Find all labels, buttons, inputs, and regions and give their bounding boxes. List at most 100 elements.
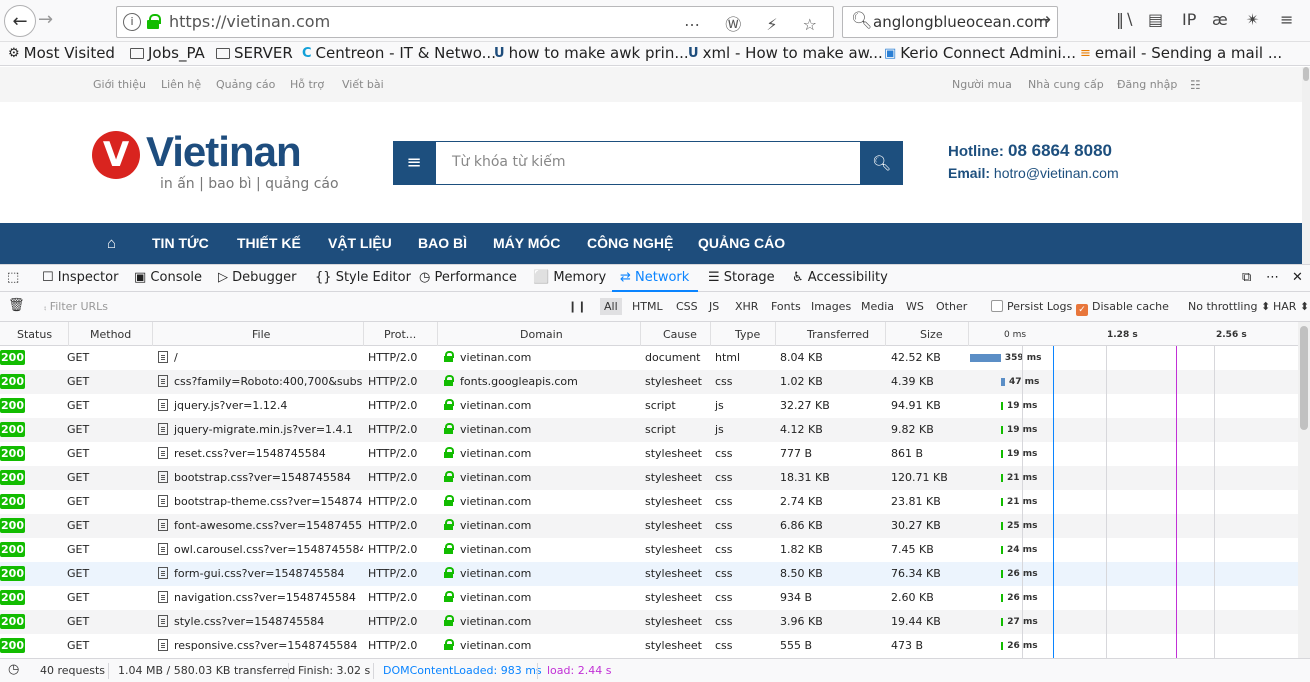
ip-extension-icon[interactable]: IP bbox=[1182, 10, 1196, 29]
col-protocol[interactable]: Prot... bbox=[384, 328, 416, 341]
filter-html[interactable]: HTML bbox=[632, 300, 663, 313]
bookmark-xml[interactable]: Uxml - How to make aw... bbox=[688, 44, 883, 62]
requests-scrollbar[interactable] bbox=[1298, 322, 1310, 658]
url-bar[interactable]: i https://vietinan.com ⋯ Ⓦ ⚡ ☆ bbox=[116, 6, 834, 38]
tab-accessibility[interactable]: ♿ Accessibility bbox=[792, 270, 888, 285]
bookmark-kerio[interactable]: ▣ Kerio Connect Admini... bbox=[884, 44, 1076, 62]
topbar-link[interactable]: Liên hệ bbox=[161, 78, 201, 91]
tab-debugger[interactable]: ▷ Debugger bbox=[218, 270, 297, 285]
table-row[interactable]: 200 GET HTTP/2.0 document html 8.04 KB 42.52 K… bbox=[0, 346, 1310, 370]
table-row[interactable]: 200 GET HTTP/2.0 stylesheet css 555 B 473 B res… bbox=[0, 634, 1310, 658]
col-file[interactable]: File bbox=[252, 328, 270, 341]
col-size[interactable]: Size bbox=[920, 328, 943, 341]
info-icon[interactable]: i bbox=[123, 13, 141, 31]
topbar-link[interactable]: Hỗ trợ bbox=[290, 78, 324, 91]
col-method[interactable]: Method bbox=[90, 328, 131, 341]
library-icon[interactable]: ‖∖ bbox=[1116, 10, 1134, 29]
url-text[interactable]: https://vietinan.com bbox=[169, 12, 330, 31]
category-menu-button[interactable]: ≡ bbox=[393, 141, 435, 185]
table-row[interactable]: 200 GET HTTP/2.0 stylesheet css 2.74 KB 23.81 … bbox=[0, 490, 1310, 514]
bookmark-email[interactable]: ≡ email - Sending a mail ... bbox=[1080, 44, 1282, 62]
filter-xhr[interactable]: XHR bbox=[735, 300, 758, 313]
table-row[interactable]: 200 GET HTTP/2.0 script js 32.27 KB 94.91 KB jq… bbox=[0, 394, 1310, 418]
topbar-link[interactable]: Giới thiệu bbox=[93, 78, 146, 91]
persist-logs-checkbox[interactable]: Persist Logs bbox=[991, 300, 1072, 313]
logo-icon[interactable]: V bbox=[92, 131, 140, 179]
page-scrollbar[interactable] bbox=[1302, 67, 1310, 264]
topbar-link[interactable]: Viết bài bbox=[342, 78, 384, 91]
table-row[interactable]: 200 GET HTTP/2.0 script js 4.12 KB 9.82 KB jque… bbox=[0, 418, 1310, 442]
nav-item[interactable]: VẬT LIỆU bbox=[328, 235, 392, 251]
search-bar[interactable]: 🔍︎ anglongblueocean.com → bbox=[842, 6, 1058, 38]
tab-storage[interactable]: ☰ Storage bbox=[708, 270, 775, 285]
back-button[interactable]: ← bbox=[4, 5, 36, 37]
search-text[interactable]: anglongblueocean.com bbox=[873, 13, 1048, 31]
filter-all[interactable]: All bbox=[600, 298, 622, 315]
nav-item[interactable]: QUẢNG CÁO bbox=[698, 235, 785, 251]
forward-button[interactable]: → bbox=[38, 9, 53, 30]
bookmark-folder-jobs[interactable]: Jobs_PA bbox=[130, 44, 205, 62]
table-row[interactable]: 200 GET HTTP/2.0 stylesheet css 8.50 KB 76.34 … bbox=[0, 562, 1310, 586]
topbar-link[interactable]: Quảng cáo bbox=[216, 78, 275, 91]
throttling-select[interactable]: No throttling ⬍ bbox=[1188, 300, 1270, 313]
bookmark-centreon[interactable]: C Centreon - IT & Netwo... bbox=[302, 44, 496, 62]
tab-style-editor[interactable]: {} Style Editor bbox=[315, 270, 411, 285]
dock-icon[interactable]: ⧉ bbox=[1242, 270, 1251, 285]
col-type[interactable]: Type bbox=[735, 328, 760, 341]
pause-icon[interactable]: ❙❙ bbox=[568, 300, 586, 313]
filter-other[interactable]: Other bbox=[936, 300, 967, 313]
filter-fonts[interactable]: Fonts bbox=[771, 300, 801, 313]
tab-network[interactable]: ⇄ Network bbox=[620, 270, 689, 285]
table-row[interactable]: 200 GET HTTP/2.0 stylesheet css 6.86 KB 30.27 … bbox=[0, 514, 1310, 538]
site-search-input[interactable]: Từ khóa từ kiếm bbox=[435, 141, 861, 185]
home-icon[interactable]: ⌂ bbox=[107, 235, 116, 252]
performance-icon[interactable]: ◷ bbox=[8, 662, 19, 677]
bookmark-folder-server[interactable]: SERVER bbox=[216, 44, 293, 62]
bookmark-most-visited[interactable]: ⚙ Most Visited bbox=[8, 44, 115, 62]
col-transferred[interactable]: Transferred bbox=[807, 328, 869, 341]
filter-images[interactable]: Images bbox=[811, 300, 851, 313]
ae-extension-icon[interactable]: æ bbox=[1212, 10, 1228, 29]
tab-memory[interactable]: ⬜ Memory bbox=[533, 270, 606, 285]
col-status[interactable]: Status bbox=[17, 328, 52, 341]
nav-item[interactable]: CÔNG NGHỆ bbox=[587, 235, 673, 251]
topbar-link[interactable]: Người mua bbox=[952, 78, 1012, 91]
nav-item[interactable]: TIN TỨC bbox=[152, 235, 209, 251]
table-row[interactable]: 200 GET HTTP/2.0 stylesheet css 3.96 KB 19.44 … bbox=[0, 610, 1310, 634]
disable-cache-checkbox[interactable]: ✓ Disable cache bbox=[1076, 300, 1169, 316]
trash-icon[interactable]: 🗑︎ bbox=[8, 298, 25, 313]
filter-js[interactable]: JS bbox=[709, 300, 719, 313]
bookmark-awk[interactable]: Uhow to make awk prin... bbox=[494, 44, 689, 62]
table-row[interactable]: 200 GET HTTP/2.0 stylesheet css 777 B 861 B res… bbox=[0, 442, 1310, 466]
tab-performance[interactable]: ◷ Performance bbox=[419, 270, 517, 285]
nav-item[interactable]: BAO BÌ bbox=[418, 235, 467, 251]
sidebar-icon[interactable]: ▤ bbox=[1148, 10, 1163, 29]
col-domain[interactable]: Domain bbox=[520, 328, 563, 341]
logo-text[interactable]: Vietinan bbox=[146, 128, 302, 176]
table-row[interactable]: 200 GET HTTP/2.0 stylesheet css 1.82 KB 7.45 K… bbox=[0, 538, 1310, 562]
menu-icon[interactable]: ≡ bbox=[1280, 10, 1293, 29]
filter-css[interactable]: CSS bbox=[676, 300, 698, 313]
filter-urls-input[interactable]: ⨾ Filter URLs bbox=[44, 300, 108, 314]
table-row[interactable]: 200 GET HTTP/2.0 stylesheet css 1.02 KB 4.39 K… bbox=[0, 370, 1310, 394]
grid-icon[interactable]: ☷ bbox=[1190, 78, 1201, 92]
table-row[interactable]: 200 GET HTTP/2.0 stylesheet css 18.31 KB 120.7… bbox=[0, 466, 1310, 490]
page-actions[interactable]: ⋯ Ⓦ ⚡ ☆ bbox=[684, 11, 827, 35]
nav-item[interactable]: MÁY MÓC bbox=[493, 235, 560, 251]
more-options-icon[interactable]: ⋯ bbox=[1266, 270, 1279, 285]
site-search-button[interactable]: 🔍︎ bbox=[860, 141, 903, 185]
tab-console[interactable]: ▣ Console bbox=[134, 270, 202, 285]
star-extension-icon[interactable]: ✴ bbox=[1246, 10, 1259, 29]
table-row[interactable]: 200 GET HTTP/2.0 stylesheet css 934 B 2.60 KB n… bbox=[0, 586, 1310, 610]
nav-item[interactable]: THIẾT KẾ bbox=[237, 235, 301, 251]
element-picker-icon[interactable]: ⬚ bbox=[7, 270, 19, 285]
filter-ws[interactable]: WS bbox=[906, 300, 924, 313]
tab-inspector[interactable]: ☐ Inspector bbox=[42, 270, 118, 285]
close-icon[interactable]: ✕ bbox=[1292, 270, 1303, 285]
topbar-link[interactable]: Đăng nhập bbox=[1117, 78, 1177, 91]
topbar-link[interactable]: Nhà cung cấp bbox=[1028, 78, 1104, 91]
har-select[interactable]: HAR ⬍ bbox=[1273, 300, 1309, 313]
col-cause[interactable]: Cause bbox=[663, 328, 697, 341]
go-arrow-icon[interactable]: → bbox=[1037, 10, 1051, 30]
filter-media[interactable]: Media bbox=[861, 300, 894, 313]
